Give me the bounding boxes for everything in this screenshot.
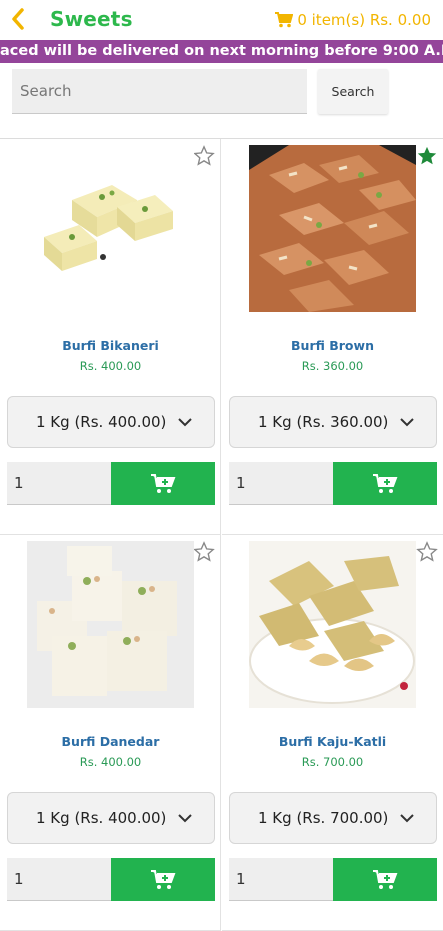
chevron-left-icon — [12, 8, 24, 30]
product-price: Rs. 360.00 — [301, 359, 364, 373]
quantity-input[interactable] — [7, 462, 111, 505]
product-image-burfi-bikaneri[interactable] — [27, 145, 194, 312]
app-header: Sweets 0 item(s) Rs. 0.00 — [0, 0, 443, 40]
cart-plus-icon — [373, 473, 398, 493]
product-price: Rs. 400.00 — [79, 755, 142, 769]
product-image-burfi-kaju-katli[interactable] — [249, 541, 416, 708]
variant-select[interactable]: 1 Kg (Rs. 360.00) — [229, 396, 437, 448]
product-name[interactable]: Burfi Brown — [222, 338, 443, 353]
product-price: Rs. 700.00 — [301, 755, 364, 769]
add-to-cart-button[interactable] — [333, 858, 437, 901]
add-to-cart-button[interactable] — [333, 462, 437, 505]
variant-label: 1 Kg (Rs. 400.00) — [36, 809, 167, 827]
favorite-star-icon[interactable] — [193, 145, 215, 167]
search-input[interactable] — [12, 69, 307, 114]
cart-plus-icon — [151, 473, 176, 493]
product-card: Burfi Bikaneri Rs. 400.00 1 Kg (Rs. 400.… — [0, 139, 221, 535]
variant-label: 1 Kg (Rs. 700.00) — [258, 809, 389, 827]
product-name[interactable]: Burfi Bikaneri — [0, 338, 221, 353]
delivery-notice: aced will be delivered on next morning b… — [0, 40, 443, 63]
quantity-input[interactable] — [229, 858, 333, 901]
favorite-star-icon[interactable] — [193, 541, 215, 563]
product-image-burfi-brown[interactable] — [249, 145, 416, 312]
chevron-down-icon — [178, 418, 192, 427]
product-name[interactable]: Burfi Kaju-Katli — [222, 734, 443, 749]
back-button[interactable] — [8, 6, 32, 34]
cart-text: 0 item(s) Rs. 0.00 — [297, 11, 431, 29]
product-card: Burfi Brown Rs. 360.00 1 Kg (Rs. 360.00) — [222, 139, 443, 535]
chevron-down-icon — [400, 814, 414, 823]
chevron-down-icon — [400, 418, 414, 427]
product-card: Burfi Kaju-Katli Rs. 700.00 1 Kg (Rs. 70… — [222, 535, 443, 931]
quantity-input[interactable] — [7, 858, 111, 901]
chevron-down-icon — [178, 814, 192, 823]
variant-label: 1 Kg (Rs. 360.00) — [258, 413, 389, 431]
add-to-cart-button[interactable] — [111, 858, 215, 901]
favorite-star-icon[interactable] — [416, 145, 438, 167]
variant-select[interactable]: 1 Kg (Rs. 700.00) — [229, 792, 437, 844]
variant-select[interactable]: 1 Kg (Rs. 400.00) — [7, 792, 215, 844]
cart-plus-icon — [373, 869, 398, 889]
search-button[interactable]: Search — [318, 69, 388, 114]
cart-plus-icon — [151, 869, 176, 889]
cart-icon — [275, 12, 294, 28]
product-image-burfi-danedar[interactable] — [27, 541, 194, 708]
search-bar: Search — [0, 63, 443, 139]
variant-select[interactable]: 1 Kg (Rs. 400.00) — [7, 396, 215, 448]
product-name[interactable]: Burfi Danedar — [0, 734, 221, 749]
cart-summary[interactable]: 0 item(s) Rs. 0.00 — [275, 11, 431, 29]
add-to-cart-button[interactable] — [111, 462, 215, 505]
variant-label: 1 Kg (Rs. 400.00) — [36, 413, 167, 431]
product-card: Burfi Danedar Rs. 400.00 1 Kg (Rs. 400.0… — [0, 535, 221, 931]
favorite-star-icon[interactable] — [416, 541, 438, 563]
page-title: Sweets — [50, 7, 133, 31]
product-price: Rs. 400.00 — [79, 359, 142, 373]
quantity-input[interactable] — [229, 462, 333, 505]
